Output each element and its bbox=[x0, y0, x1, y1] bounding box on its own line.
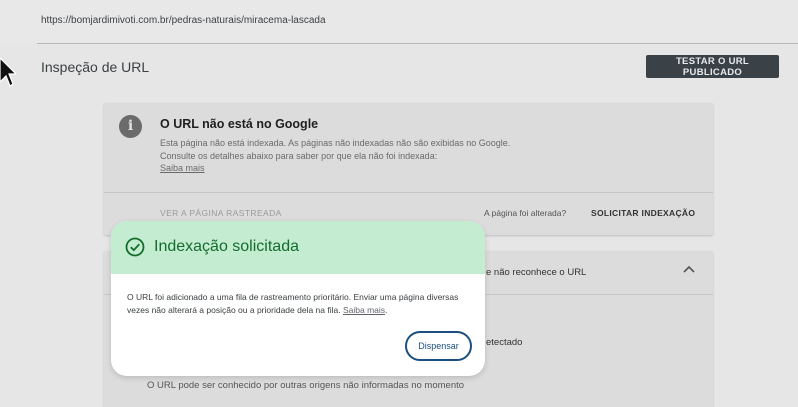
dialog-learn-more-link[interactable]: Saiba mais bbox=[343, 305, 385, 315]
origins-text: O URL pode ser conhecido por outras orig… bbox=[147, 380, 465, 391]
dialog-header: Indexação solicitada bbox=[111, 221, 485, 274]
page-changed-question: A página foi alterada? bbox=[484, 208, 567, 218]
divider bbox=[37, 43, 798, 44]
view-crawled-page-link[interactable]: VER A PÁGINA RASTREADA bbox=[160, 208, 282, 218]
indexing-requested-dialog: Indexação solicitada O URL foi adicionad… bbox=[111, 221, 485, 376]
url-text[interactable]: https://bomjardimivoti.com.br/pedras-nat… bbox=[41, 15, 326, 26]
mouse-cursor-icon bbox=[0, 57, 16, 87]
detected-text: etectado bbox=[486, 337, 523, 348]
check-circle-icon bbox=[125, 237, 145, 257]
url-bar[interactable]: https://bomjardimivoti.com.br/pedras-nat… bbox=[0, 0, 798, 44]
card-divider bbox=[104, 192, 713, 193]
url-status-card: i O URL não está no Google Esta página n… bbox=[104, 103, 713, 235]
details-header[interactable]: e não reconhece o URL bbox=[486, 267, 586, 278]
dialog-title: Indexação solicitada bbox=[154, 238, 299, 255]
dialog-message: O URL foi adicionado a uma fila de rastr… bbox=[127, 292, 459, 315]
learn-more-link[interactable]: Saiba mais bbox=[160, 163, 205, 173]
info-icon: i bbox=[119, 115, 142, 138]
status-title: O URL não está no Google bbox=[160, 117, 319, 131]
request-indexing-button[interactable]: SOLICITAR INDEXAÇÃO bbox=[591, 208, 695, 218]
dismiss-button[interactable]: Dispensar bbox=[405, 331, 472, 361]
page-title: Inspeção de URL bbox=[41, 59, 150, 75]
dialog-body: O URL foi adicionado a uma fila de rastr… bbox=[127, 291, 472, 317]
chevron-up-icon[interactable] bbox=[683, 265, 695, 273]
test-live-url-button[interactable]: TESTAR O URL PUBLICADO bbox=[646, 55, 779, 78]
dialog-body-end: . bbox=[385, 305, 388, 315]
status-description: Esta página não está indexada. As página… bbox=[160, 138, 511, 161]
